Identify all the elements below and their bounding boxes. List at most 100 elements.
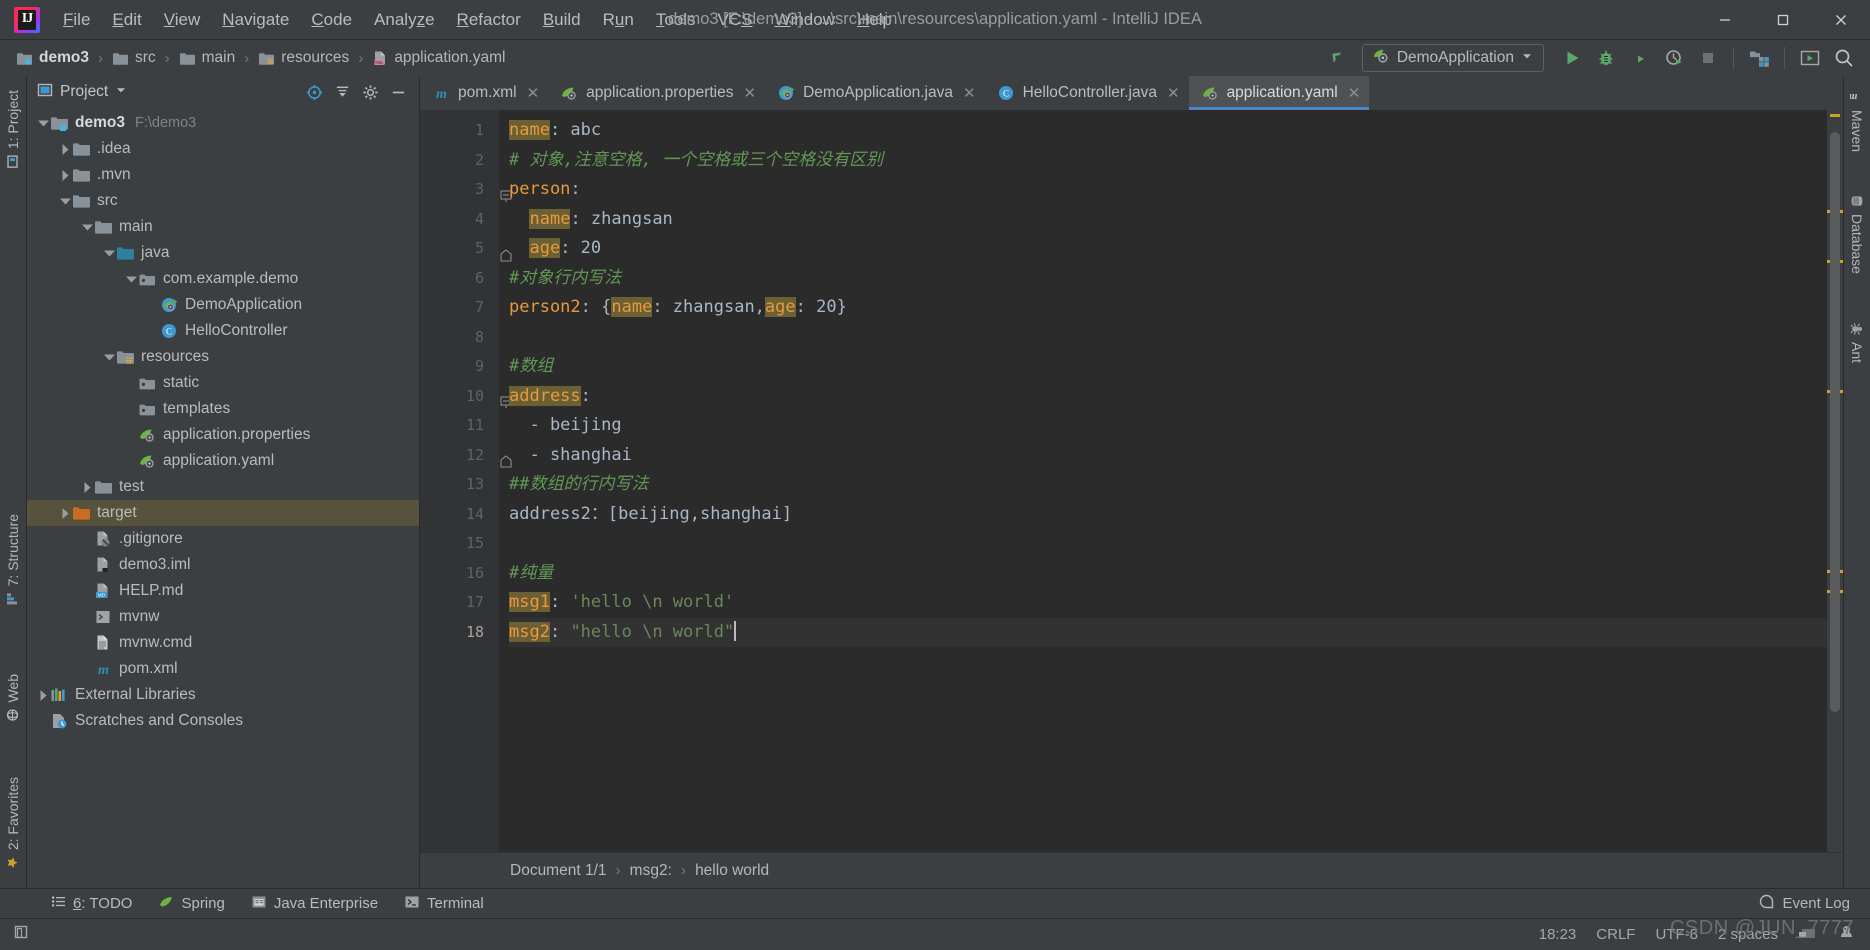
tree-item-demo3-iml[interactable]: demo3.iml xyxy=(27,552,419,578)
project-structure-icon[interactable] xyxy=(1743,43,1775,73)
breadcrumb-item-main[interactable]: main xyxy=(175,47,240,69)
code-line[interactable]: #数组 xyxy=(509,352,1827,382)
tool-strip-ant[interactable]: Ant xyxy=(1845,314,1869,371)
left-tool-strip[interactable]: 1: Project 7: Structure Web 2: Favorites xyxy=(0,76,27,888)
line-number[interactable]: 7 xyxy=(420,293,498,323)
close-icon[interactable]: ✕ xyxy=(963,84,976,102)
menu-bar[interactable]: File Edit View Navigate Code Analyze Ref… xyxy=(52,6,903,34)
line-number[interactable]: 18 xyxy=(420,618,498,648)
tool-strip-maven[interactable]: m Maven xyxy=(1845,82,1869,160)
tool-window-todo[interactable]: 6: TODO xyxy=(38,891,145,916)
tree-item-java[interactable]: java xyxy=(27,240,419,266)
editor-tab-application-properties[interactable]: application.properties ✕ xyxy=(548,76,765,110)
tree-item-src[interactable]: src xyxy=(27,188,419,214)
hide-icon[interactable] xyxy=(385,80,411,104)
menu-run[interactable]: Run xyxy=(592,6,645,34)
menu-view[interactable]: View xyxy=(153,6,212,34)
breadcrumb-item-src[interactable]: src xyxy=(108,47,160,69)
tree-item-help-md[interactable]: MD HELP.md xyxy=(27,578,419,604)
tree-item--mvn[interactable]: .mvn xyxy=(27,162,419,188)
line-number[interactable]: 5 xyxy=(420,234,512,264)
tree-item-pom-xml[interactable]: m pom.xml xyxy=(27,656,419,682)
code-line[interactable]: person: xyxy=(509,175,1827,205)
ide-mascot-icon[interactable] xyxy=(1837,923,1856,946)
line-number[interactable]: 15 xyxy=(420,529,498,559)
line-number[interactable]: 10 xyxy=(420,382,512,412)
chevron-down-icon[interactable] xyxy=(81,221,94,234)
code-line[interactable]: name: zhangsan xyxy=(509,205,1827,235)
close-icon[interactable]: ✕ xyxy=(527,84,540,102)
event-log-button[interactable]: Event Log xyxy=(1758,893,1850,914)
run-icon[interactable] xyxy=(1556,43,1588,73)
status-line-separator[interactable]: CRLF xyxy=(1596,926,1635,943)
tree-item-static[interactable]: static xyxy=(27,370,419,396)
menu-file[interactable]: File xyxy=(52,6,101,34)
debug-icon[interactable] xyxy=(1590,43,1622,73)
collapse-all-icon[interactable] xyxy=(329,80,355,104)
tool-window-java-enterprise[interactable]: Java Enterprise xyxy=(238,891,391,917)
tool-strip-favorites[interactable]: 2: Favorites xyxy=(1,769,25,877)
line-number[interactable]: 3 xyxy=(420,175,512,205)
tree-item-resources[interactable]: resources xyxy=(27,344,419,370)
close-icon[interactable]: ✕ xyxy=(1348,84,1361,102)
select-opened-file-icon[interactable] xyxy=(1794,43,1826,73)
tree-item-com-example-demo[interactable]: com.example.demo xyxy=(27,266,419,292)
tool-strip-web[interactable]: Web xyxy=(1,666,25,730)
status-encoding[interactable]: UTF-8 xyxy=(1655,926,1698,943)
menu-refactor[interactable]: Refactor xyxy=(446,6,532,34)
menu-help[interactable]: Help xyxy=(846,6,903,34)
project-tree[interactable]: demo3 F:\demo3 .idea .mvn src main java com.exa… xyxy=(27,108,419,888)
tree-item--gitignore[interactable]: .gitignore xyxy=(27,526,419,552)
line-number[interactable]: 6 xyxy=(420,264,498,294)
line-number-gutter[interactable]: 1 2 3 4 5 6 7 8 9 10 11 12 13 14 15 16 17 18 xyxy=(420,110,512,852)
editor-breadcrumb[interactable]: Document 1/1 › msg2: › hello world xyxy=(420,852,1843,888)
breadcrumb-item-application-yaml[interactable]: YML application.yaml xyxy=(368,47,509,69)
code-line[interactable]: address2：[beijing,shanghai] xyxy=(509,500,1827,530)
tree-item-test[interactable]: test xyxy=(27,474,419,500)
tool-window-bar[interactable]: 6: TODO Spring Java Enterprise Terminal xyxy=(0,888,1870,918)
chevron-down-icon[interactable] xyxy=(103,247,116,260)
status-indent[interactable]: 2 spaces xyxy=(1718,926,1778,943)
editor-tab-demoapplication-java[interactable]: DemoApplication.java ✕ xyxy=(765,76,985,110)
menu-window[interactable]: Window xyxy=(764,6,846,34)
notification-icon[interactable] xyxy=(1798,925,1817,945)
run-with-coverage-icon[interactable] xyxy=(1624,43,1656,73)
line-number[interactable]: 16 xyxy=(420,559,498,589)
chevron-right-icon[interactable] xyxy=(59,507,72,520)
breadcrumb-item-resources[interactable]: resources xyxy=(254,47,353,69)
close-icon[interactable] xyxy=(1812,0,1870,40)
tree-item-hellocontroller[interactable]: C HelloController xyxy=(27,318,419,344)
tree-item-demoapplication[interactable]: DemoApplication xyxy=(27,292,419,318)
tree-item-mvnw-cmd[interactable]: mvnw.cmd xyxy=(27,630,419,656)
tree-item-external-libraries[interactable]: External Libraries xyxy=(27,682,419,708)
code-line[interactable]: #纯量 xyxy=(509,559,1827,589)
menu-edit[interactable]: Edit xyxy=(101,6,152,34)
line-number[interactable]: 12 xyxy=(420,441,512,471)
code-line[interactable]: person2: {name: zhangsan,age: 20} xyxy=(509,293,1827,323)
tree-item-target[interactable]: target xyxy=(27,500,419,526)
chevron-down-icon[interactable] xyxy=(37,117,50,130)
menu-vcs[interactable]: VCS xyxy=(707,6,764,34)
code-line[interactable]: # 对象,注意空格, 一个空格或三个空格没有区别 xyxy=(509,146,1827,176)
breadcrumb-value[interactable]: hello world xyxy=(695,862,769,880)
tree-item-demo3[interactable]: demo3 F:\demo3 xyxy=(27,110,419,136)
breadcrumb-document[interactable]: Document 1/1 xyxy=(510,862,607,880)
tree-item-mvnw[interactable]: mvnw xyxy=(27,604,419,630)
inspection-status-icon[interactable] xyxy=(1827,112,1843,126)
status-time[interactable]: 18:23 xyxy=(1539,926,1577,943)
code-line[interactable] xyxy=(509,323,1827,353)
code-line[interactable]: msg2: "hello \n world" xyxy=(509,617,1827,647)
editor-tab-bar[interactable]: m pom.xml ✕ application.properties ✕ DemoAppl… xyxy=(420,76,1843,110)
code-line[interactable] xyxy=(509,529,1827,559)
editor-tab-hellocontroller-java[interactable]: C HelloController.java ✕ xyxy=(985,76,1189,110)
editor-scrollbar[interactable] xyxy=(1827,110,1843,852)
chevron-right-icon[interactable] xyxy=(59,143,72,156)
tool-window-terminal[interactable]: Terminal xyxy=(391,891,497,917)
main-toolbar[interactable]: DemoApplication xyxy=(1322,43,1870,73)
code-line[interactable]: name: abc xyxy=(509,116,1827,146)
update-project-icon[interactable] xyxy=(1322,43,1354,73)
line-number[interactable]: 14 xyxy=(420,500,498,530)
menu-build[interactable]: Build xyxy=(532,6,592,34)
tree-item-main[interactable]: main xyxy=(27,214,419,240)
menu-code[interactable]: Code xyxy=(300,6,363,34)
